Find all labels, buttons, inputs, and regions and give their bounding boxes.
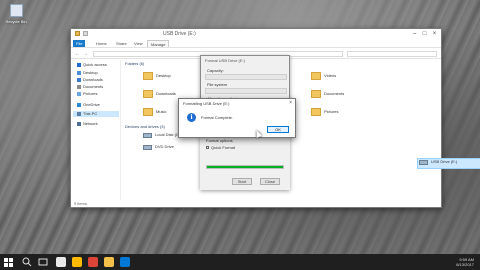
file-system-select[interactable] — [205, 88, 287, 94]
chrome-icon[interactable] — [56, 257, 66, 267]
start-button[interactable]: Start — [232, 178, 252, 185]
drive-item[interactable]: DVD Drive — [143, 144, 203, 154]
window-title: USB Drive (E:) — [163, 31, 196, 37]
network-icon — [77, 121, 81, 126]
folder-icon — [143, 108, 153, 116]
dialog-title: Format USB Drive (E:) — [205, 58, 246, 63]
progress-fill — [207, 166, 283, 168]
document-icon — [77, 84, 81, 89]
task-view-icon[interactable] — [38, 257, 48, 267]
folder-item[interactable]: Documents — [311, 88, 347, 102]
download-icon — [77, 77, 81, 82]
capacity-select[interactable] — [205, 74, 287, 80]
messagebox-text: Format Complete. — [201, 115, 234, 120]
recycle-bin-icon — [9, 4, 23, 17]
maximize-button[interactable]: □ — [420, 30, 429, 38]
tab-file[interactable]: File — [73, 40, 86, 47]
nav-item-documents[interactable]: Documents — [77, 84, 103, 90]
nav-item-pictures[interactable]: Pictures — [77, 91, 97, 97]
checkbox-icon — [206, 146, 209, 150]
search-icon[interactable] — [22, 257, 32, 267]
nav-item-downloads[interactable]: Downloads — [77, 77, 103, 83]
nav-item-onedrive[interactable]: OneDrive — [77, 102, 100, 108]
system-clock[interactable]: 9:59 AM 6/13/2017 — [456, 257, 474, 267]
minimize-button[interactable]: – — [410, 30, 419, 38]
taskbar: 9:59 AM 6/13/2017 — [0, 254, 480, 270]
folder-icon — [75, 31, 80, 36]
desktop-icon — [77, 70, 81, 75]
dvd-drive-icon — [143, 145, 152, 150]
format-options-label: Format options — [206, 138, 233, 143]
tab-share[interactable]: Share — [113, 40, 130, 47]
field-label: File system — [207, 82, 228, 87]
drive-item-selected[interactable]: USB Drive (E:) — [419, 159, 480, 169]
folder-icon — [311, 108, 321, 116]
cloud-icon — [77, 102, 81, 107]
folder-icon — [143, 90, 153, 98]
ok-button[interactable]: OK — [267, 126, 289, 133]
close-button[interactable]: × — [430, 30, 439, 38]
folder-item[interactable]: Videos — [311, 70, 347, 84]
tab-view[interactable]: View — [131, 40, 146, 47]
field-label: Capacity: — [207, 68, 224, 73]
nav-item-quick-access[interactable]: Quick access — [77, 62, 107, 68]
store-icon[interactable] — [104, 257, 114, 267]
close-dialog-button[interactable]: Close — [260, 178, 280, 185]
folder-item[interactable]: Downloads — [143, 88, 179, 102]
quick-access-icon[interactable] — [83, 31, 88, 36]
status-bar: 9 items — [74, 201, 87, 206]
mail-icon[interactable] — [72, 257, 82, 267]
folder-icon — [143, 72, 153, 80]
desktop-icon-label: Recycle Bin — [5, 19, 27, 24]
hard-drive-icon — [143, 133, 152, 138]
settings-icon[interactable] — [120, 257, 130, 267]
start-button[interactable] — [3, 257, 13, 267]
folders-header[interactable]: Folders (6) — [125, 61, 144, 66]
navigation-pane: Quick access Desktop Downloads Documents… — [71, 60, 121, 200]
quick-format-checkbox[interactable]: Quick Format — [206, 145, 235, 150]
tab-manage[interactable]: Manage — [147, 40, 170, 47]
folder-item[interactable]: Pictures — [311, 106, 347, 120]
nav-item-this-pc[interactable]: This PC — [73, 111, 119, 117]
folder-item[interactable]: Music — [143, 106, 179, 120]
clock-date: 6/13/2017 — [456, 262, 474, 267]
nav-item-network[interactable]: Network — [77, 121, 98, 127]
search-input[interactable] — [347, 51, 437, 57]
folder-item[interactable]: Desktop — [143, 70, 179, 84]
messagebox-title: Formatting USB Drive (E:) — [183, 101, 230, 106]
title-bar: USB Drive (E:) – □ × — [71, 29, 441, 39]
info-icon: i — [187, 113, 196, 122]
back-arrow-icon[interactable]: ← — [75, 51, 80, 57]
tab-home[interactable]: Home — [93, 40, 110, 47]
format-progress-bar — [206, 165, 284, 169]
format-complete-messagebox: Formatting USB Drive (E:) × i Format Com… — [178, 98, 296, 138]
folder-icon — [311, 72, 321, 80]
forward-arrow-icon[interactable]: → — [83, 51, 88, 57]
devices-header[interactable]: Devices and drives (3) — [125, 124, 165, 129]
recycle-bin-desktop-icon[interactable]: Recycle Bin — [4, 4, 28, 24]
nav-item-desktop[interactable]: Desktop — [77, 70, 98, 76]
star-icon — [77, 62, 81, 67]
usb-drive-icon — [419, 160, 428, 165]
ribbon-tabs: File Home Share View Manage — [71, 39, 441, 48]
messagebox-close-button[interactable]: × — [289, 100, 292, 106]
explorer-taskbar-icon[interactable] — [88, 257, 98, 267]
picture-icon — [77, 91, 81, 96]
folder-icon — [311, 90, 321, 98]
computer-icon — [77, 111, 81, 116]
